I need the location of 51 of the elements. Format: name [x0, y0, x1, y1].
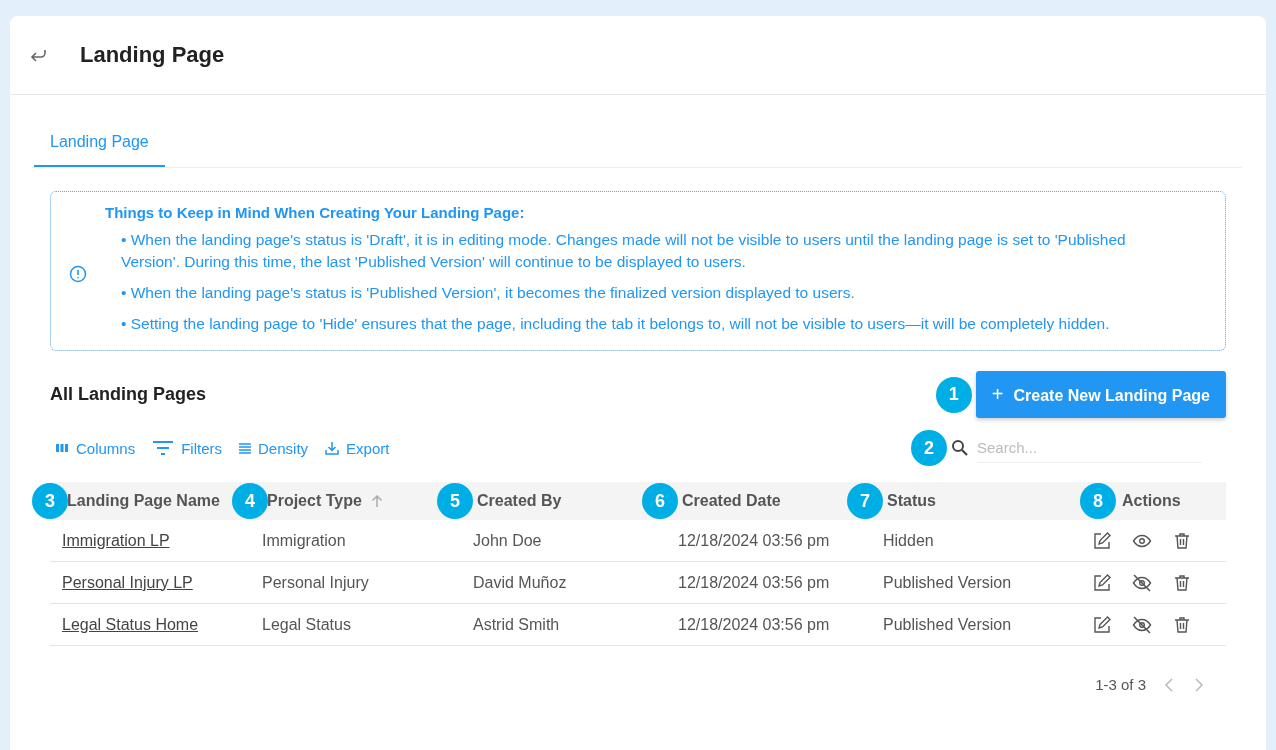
- edit-icon[interactable]: [1092, 530, 1112, 551]
- column-header[interactable]: Status: [887, 492, 936, 510]
- landing-page-link[interactable]: Immigration LP: [62, 531, 170, 549]
- columns-icon: [54, 442, 70, 454]
- column-header[interactable]: Created Date: [682, 492, 781, 510]
- callout-number: 5: [437, 483, 473, 519]
- notice-title: Things to Keep in Mind When Creating Your Landing Page:: [105, 204, 526, 221]
- table-cell: David Muñoz: [473, 573, 567, 591]
- callout-number: 3: [32, 483, 68, 519]
- table-cell: Astrid Smith: [473, 615, 560, 633]
- callout-number: 7: [847, 483, 883, 519]
- trash-icon[interactable]: [1172, 572, 1192, 593]
- pagination-range: 1-3 of 3: [1095, 676, 1146, 693]
- table-cell: Legal Status: [262, 615, 351, 633]
- section-title: All Landing Pages: [50, 384, 207, 405]
- table-cell: Hidden: [883, 531, 934, 549]
- trash-icon[interactable]: [1172, 614, 1192, 635]
- column-header[interactable]: Actions: [1122, 492, 1181, 510]
- eye-slash-icon[interactable]: [1132, 572, 1152, 593]
- edit-icon[interactable]: [1092, 614, 1112, 635]
- return-arrow-icon[interactable]: [28, 47, 48, 63]
- column-header[interactable]: Created By: [477, 492, 562, 510]
- eye-slash-icon[interactable]: [1132, 614, 1152, 635]
- table-cell: Published Version: [883, 573, 1012, 591]
- landing-page-link[interactable]: Legal Status Home: [62, 615, 199, 633]
- table-cell: 12/18/2024 03:56 pm: [678, 615, 830, 633]
- density-icon: [238, 442, 253, 454]
- notice-text: • Setting the landing page to 'Hide' ensures that the page, including the tab it belongs to, will not be visible to users—it will be completely hidden.: [121, 314, 1111, 334]
- page-title: Landing Page: [80, 42, 225, 68]
- landing-page-link[interactable]: Personal Injury LP: [62, 573, 193, 591]
- callout-number: 1: [935, 376, 972, 413]
- info-icon: [69, 265, 87, 283]
- callout-number: 8: [1080, 483, 1116, 519]
- filter-icon: [151, 440, 176, 456]
- trash-icon[interactable]: [1172, 530, 1192, 551]
- column-header[interactable]: Project Type: [267, 492, 362, 510]
- table-cell: 12/18/2024 03:56 pm: [678, 531, 830, 549]
- callout-number: 2: [911, 430, 947, 466]
- notice-text: • When the landing page's status is 'Published Version', it becomes the finalized version displayed to users.: [121, 283, 856, 303]
- table-cell: Immigration: [262, 531, 346, 549]
- table-cell: Personal Injury: [262, 573, 369, 591]
- table-cell: Published Version: [883, 615, 1012, 633]
- download-icon: [324, 440, 341, 456]
- table-cell: John Doe: [473, 531, 542, 549]
- search-icon: [951, 439, 969, 457]
- column-header[interactable]: Landing Page Name: [67, 492, 220, 510]
- callout-number: 4: [232, 483, 268, 519]
- table-cell: 12/18/2024 03:56 pm: [678, 573, 830, 591]
- callout-number: 6: [642, 483, 678, 519]
- edit-icon[interactable]: [1092, 572, 1112, 593]
- notice-text: • When the landing page's status is 'Draft', it is in editing mode. Changes made will not be visible to users until the landing page is set to 'Published Version'. During this time, the last 'Published Version' will continue to be displayed to users.: [121, 230, 1127, 272]
